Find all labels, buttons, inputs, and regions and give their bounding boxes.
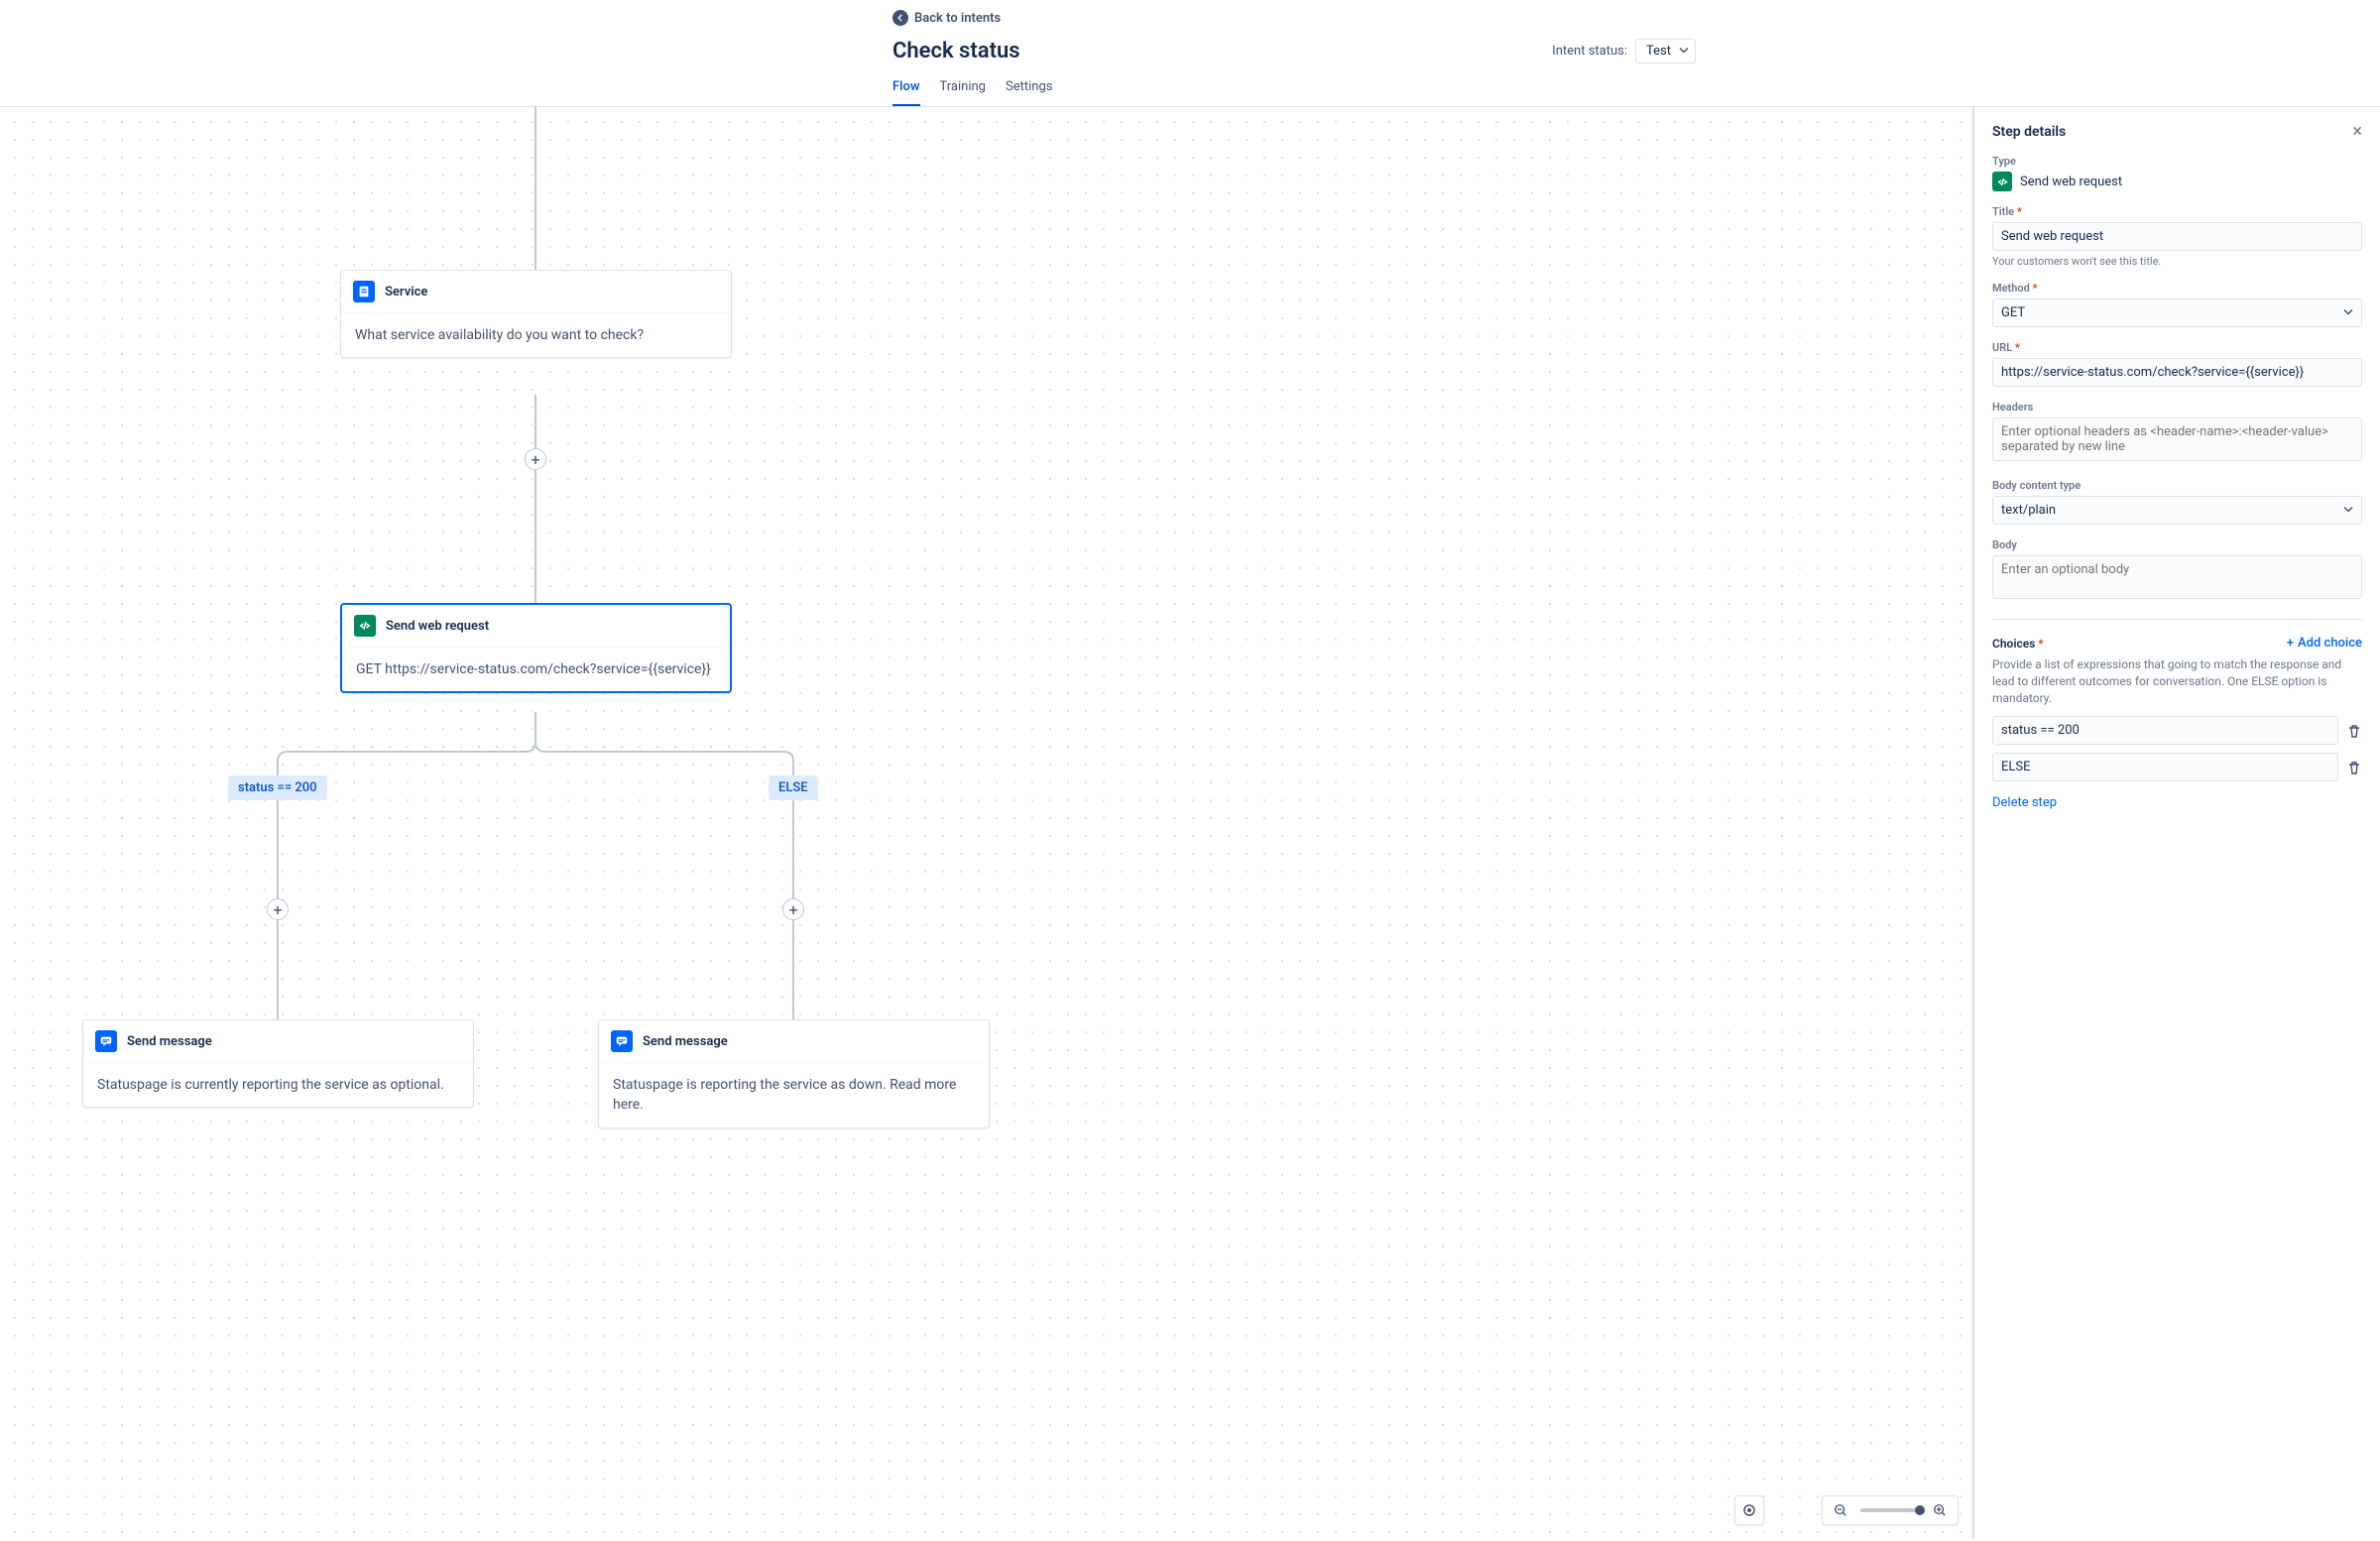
type-label: Type (1992, 155, 2362, 168)
message-icon (611, 1030, 633, 1052)
title-label: Title (1992, 205, 2362, 218)
node-body: What service availability do you want to… (341, 313, 731, 357)
method-select[interactable]: GET (1992, 298, 2362, 327)
intent-status-select[interactable]: Test (1635, 39, 1696, 63)
delete-choice-button[interactable] (2346, 760, 2362, 775)
choice-input[interactable] (1992, 753, 2338, 781)
zoom-slider[interactable] (1860, 1508, 1920, 1512)
add-choice-button[interactable]: + Add choice (2287, 636, 2362, 651)
node-title: Send message (127, 1034, 212, 1049)
choice-row (1992, 753, 2362, 781)
chevron-down-icon (2343, 503, 2353, 518)
web-request-icon (354, 615, 376, 637)
panel-title: Step details (1992, 124, 2066, 140)
type-value: Send web request (2020, 175, 2122, 189)
close-panel-button[interactable]: × (2352, 123, 2362, 141)
page-title: Check status (892, 39, 1020, 63)
zoom-out-button[interactable] (1831, 1500, 1850, 1520)
choices-label: Choices (1992, 637, 2044, 651)
choices-description: Provide a list of expressions that going… (1992, 656, 2362, 706)
flow-canvas[interactable]: Service What service availability do you… (0, 107, 1973, 1539)
body-input[interactable] (1992, 555, 2362, 599)
node-title: Send web request (386, 619, 489, 634)
add-step-button[interactable]: + (782, 898, 804, 920)
node-title: Send message (643, 1034, 728, 1049)
url-label: URL (1992, 341, 2362, 354)
node-send-web-request[interactable]: Send web request GET https://service-sta… (340, 603, 732, 693)
web-request-icon (1992, 172, 2012, 191)
add-step-button[interactable]: + (525, 448, 546, 470)
arrow-left-icon (892, 10, 908, 26)
intent-status-label: Intent status: (1552, 44, 1627, 59)
headers-label: Headers (1992, 401, 2362, 414)
node-title: Service (385, 285, 427, 299)
body-content-type-select[interactable]: text/plain (1992, 496, 2362, 525)
node-send-message-left[interactable]: Send message Statuspage is currently rep… (82, 1019, 474, 1108)
message-icon (95, 1030, 117, 1052)
node-service[interactable]: Service What service availability do you… (340, 270, 732, 358)
step-details-panel: Step details × Type Send web request Tit… (1973, 107, 2380, 1539)
tab-settings[interactable]: Settings (1006, 79, 1052, 106)
chevron-down-icon (2343, 305, 2353, 320)
headers-input[interactable] (1992, 417, 2362, 461)
add-step-button[interactable]: + (267, 898, 289, 920)
tab-training[interactable]: Training (940, 79, 986, 106)
choice-row (1992, 716, 2362, 745)
choice-input[interactable] (1992, 716, 2338, 745)
back-to-intents-link[interactable]: Back to intents (892, 10, 1001, 26)
body-content-type-label: Body content type (1992, 479, 2362, 492)
plus-icon: + (2287, 636, 2294, 651)
method-label: Method (1992, 282, 2362, 295)
zoom-slider-thumb[interactable] (1915, 1505, 1925, 1515)
node-send-message-right[interactable]: Send message Statuspage is reporting the… (598, 1019, 990, 1128)
body-label: Body (1992, 538, 2362, 551)
back-label: Back to intents (914, 11, 1001, 26)
title-input[interactable] (1992, 222, 2362, 251)
branch-condition-left[interactable]: status == 200 (228, 775, 327, 800)
node-body: Statuspage is reporting the service as d… (599, 1063, 989, 1127)
node-body: GET https://service-status.com/check?ser… (342, 648, 730, 691)
zoom-controls (1822, 1495, 1959, 1525)
branch-condition-right[interactable]: ELSE (769, 775, 818, 800)
fit-to-screen-button[interactable] (1734, 1495, 1764, 1525)
delete-step-button[interactable]: Delete step (1992, 795, 2057, 810)
tab-flow[interactable]: Flow (892, 79, 920, 106)
node-body: Statuspage is currently reporting the se… (83, 1063, 473, 1107)
delete-choice-button[interactable] (2346, 723, 2362, 739)
chevron-down-icon (1679, 44, 1689, 59)
url-input[interactable] (1992, 358, 2362, 387)
page-icon (353, 281, 375, 302)
zoom-in-button[interactable] (1930, 1500, 1950, 1520)
title-hint: Your customers won't see this title. (1992, 255, 2362, 268)
